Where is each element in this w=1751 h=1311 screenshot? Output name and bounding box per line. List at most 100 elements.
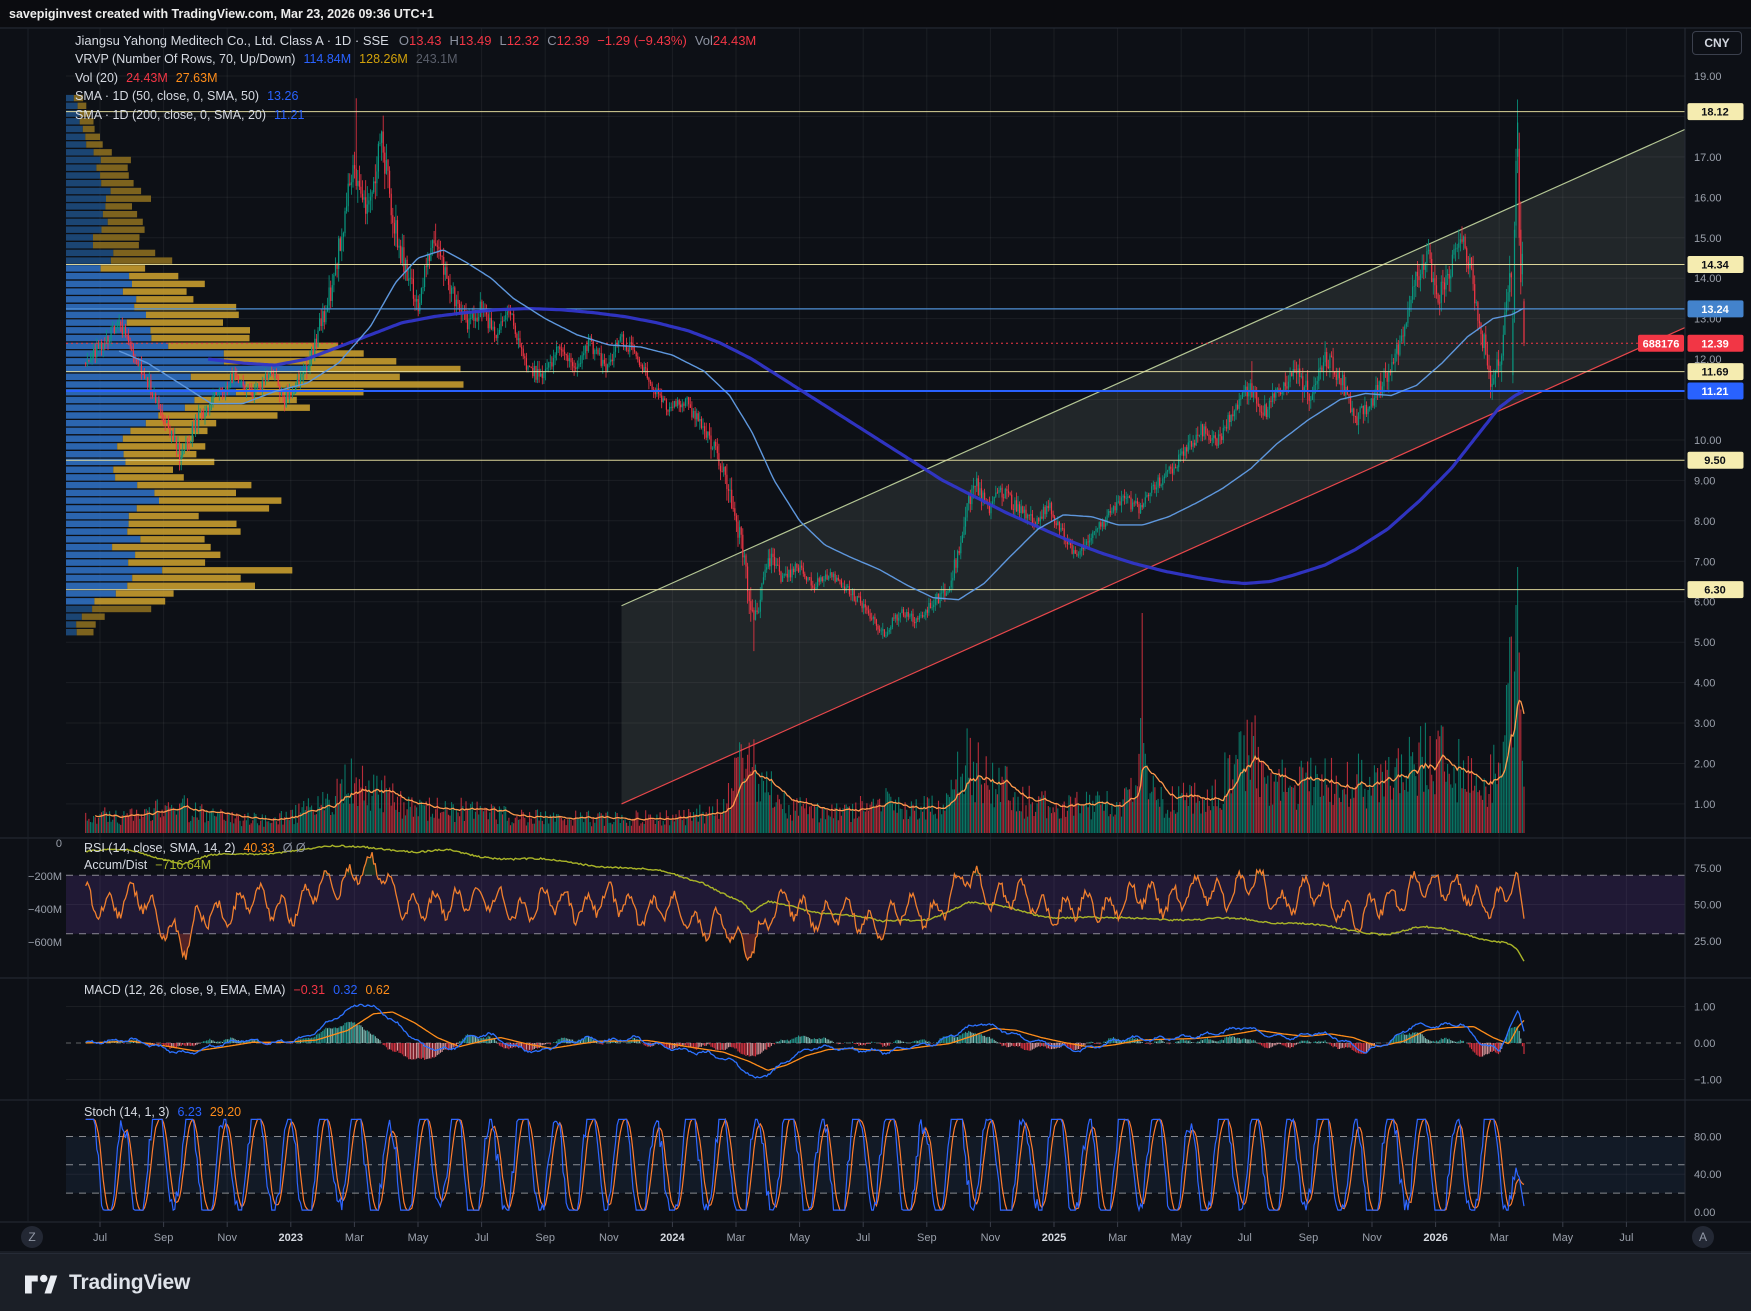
axis-label: 10.00 <box>1694 435 1722 447</box>
axis-label: 1.00 <box>1694 799 1715 811</box>
time-axis-label: Mar <box>727 1232 746 1244</box>
vol-ma-value: 27.63M <box>176 71 218 85</box>
axis-label: 5.00 <box>1694 637 1715 649</box>
time-axis-label: Sep <box>1299 1232 1319 1244</box>
time-axis-label: Sep <box>535 1232 555 1244</box>
time-axis-label: 2025 <box>1042 1232 1066 1244</box>
macd-title: MACD (12, 26, close, 9, EMA, EMA) <box>84 983 285 997</box>
stoch-legend-row[interactable]: Stoch (14, 1, 3) 6.23 29.20 <box>84 1103 241 1120</box>
axis-label: 4.00 <box>1694 678 1715 690</box>
symbol-title: Jiangsu Yahong Meditech Co., Ltd. Class … <box>75 33 389 48</box>
price-axis-badge-label: 6.30 <box>1704 585 1725 597</box>
stoch-k-value: 6.23 <box>177 1105 201 1119</box>
sma50-title: SMA · 1D (50, close, 0, SMA, 50) <box>75 89 259 103</box>
time-axis-label: Nov <box>599 1232 619 1244</box>
macd-legend-row[interactable]: MACD (12, 26, close, 9, EMA, EMA) −0.31 … <box>84 981 390 998</box>
time-axis-label: Jul <box>93 1232 107 1244</box>
price-chart[interactable]: 19.0017.0016.0015.0014.0013.0012.0010.00… <box>0 0 1751 1311</box>
sma50-legend-row[interactable]: SMA · 1D (50, close, 0, SMA, 50) 13.26 <box>75 87 756 106</box>
axis-label: 6.00 <box>1694 597 1715 609</box>
time-axis-label: Jul <box>1238 1232 1252 1244</box>
axis-label: −600M <box>28 937 62 949</box>
attribution-text: savepiginvest created with TradingView.c… <box>9 7 434 21</box>
macd-signal-value: 0.62 <box>365 983 389 997</box>
time-axis-label: Jul <box>856 1232 870 1244</box>
time-axis-label: Mar <box>345 1232 364 1244</box>
time-axis-label: 2023 <box>279 1232 303 1244</box>
low-value: 12.32 <box>507 33 540 48</box>
vol-legend-row[interactable]: Vol (20) 24.43M 27.63M <box>75 68 756 87</box>
time-axis-label: Mar <box>1108 1232 1127 1244</box>
symbol-legend-row[interactable]: Jiangsu Yahong Meditech Co., Ltd. Class … <box>75 31 756 50</box>
sma50-value: 13.26 <box>267 89 298 103</box>
tradingview-wordmark[interactable]: TradingView <box>69 1271 190 1295</box>
stoch-d-value: 29.20 <box>210 1105 241 1119</box>
close-value: 12.39 <box>557 33 590 48</box>
accum-legend-row[interactable]: Accum/Dist −716.64M <box>84 856 306 873</box>
price-axis-badge-label: 12.39 <box>1701 338 1729 350</box>
vrvp-up-value: 114.84M <box>303 52 351 66</box>
rsi-band <box>66 875 1685 933</box>
axis-label: 1.00 <box>1694 1002 1715 1014</box>
close-label: C <box>547 33 556 48</box>
sma200-title: SMA · 1D (200, close, 0, SMA, 20) <box>75 108 266 122</box>
axis-label: 8.00 <box>1694 516 1715 528</box>
price-axis-badge-label: 14.34 <box>1701 259 1729 271</box>
auto-scale-button[interactable]: A <box>1692 1226 1714 1248</box>
vrvp-down-value: 128.26M <box>359 52 408 66</box>
time-axis-label: May <box>408 1232 429 1244</box>
tradingview-screenshot: 19.0017.0016.0015.0014.0013.0012.0010.00… <box>0 0 1751 1311</box>
vrvp-title: VRVP (Number Of Rows, 70, Up/Down) <box>75 52 295 66</box>
time-axis-label: May <box>1171 1232 1192 1244</box>
macd-legend: MACD (12, 26, close, 9, EMA, EMA) −0.31 … <box>84 981 390 998</box>
topbar: savepiginvest created with TradingView.c… <box>0 0 1751 27</box>
macd-line-value: 0.32 <box>333 983 357 997</box>
time-axis-label: May <box>789 1232 810 1244</box>
timezone-button[interactable]: Z <box>21 1226 43 1248</box>
axis-label: 15.00 <box>1694 233 1722 245</box>
rsi-value: 40.33 <box>243 841 274 855</box>
currency-button[interactable]: CNY <box>1692 31 1742 55</box>
rsi-ma-values: Ø Ø <box>283 841 306 855</box>
vrvp-legend-row[interactable]: VRVP (Number Of Rows, 70, Up/Down) 114.8… <box>75 50 756 69</box>
time-axis-label: May <box>1552 1232 1573 1244</box>
axis-label: 16.00 <box>1694 192 1722 204</box>
high-value: 13.49 <box>459 33 492 48</box>
axis-label: −1.00 <box>1694 1075 1722 1087</box>
vol-title: Vol (20) <box>75 71 118 85</box>
rsi-legend: RSI (14, close, SMA, 14, 2) 40.33 Ø Ø Ac… <box>84 839 306 873</box>
axis-label: 2.00 <box>1694 758 1715 770</box>
sma200-legend-row[interactable]: SMA · 1D (200, close, 0, SMA, 20) 11.21 <box>75 106 756 125</box>
time-axis-label: Sep <box>917 1232 937 1244</box>
volume-value: 24.43M <box>713 33 756 48</box>
axis-label: −200M <box>28 871 62 883</box>
time-axis-label: Nov <box>981 1232 1001 1244</box>
time-axis-label: Nov <box>1362 1232 1382 1244</box>
price-axis-badge-label: 11.21 <box>1702 386 1729 398</box>
bottom-bar: TradingView <box>0 1253 1751 1311</box>
axis-label: 40.00 <box>1694 1169 1722 1181</box>
axis-label: 0 <box>56 838 62 850</box>
price-axis-badge-label: 9.50 <box>1704 455 1725 467</box>
time-axis-label: Mar <box>1490 1232 1509 1244</box>
axis-label: 19.00 <box>1694 71 1722 83</box>
accum-title: Accum/Dist <box>84 858 147 872</box>
axis-label: 0.00 <box>1694 1038 1715 1050</box>
axis-label: 80.00 <box>1694 1131 1722 1143</box>
change-value: −1.29 (−9.43%) <box>597 33 687 48</box>
time-axis-label: Sep <box>154 1232 174 1244</box>
time-axis-label: Jul <box>475 1232 489 1244</box>
axis-label: 7.00 <box>1694 556 1715 568</box>
price-axis-badge-label: 18.12 <box>1701 107 1729 119</box>
volume-label: Vol <box>695 33 713 48</box>
time-axis-label: 2024 <box>660 1232 685 1244</box>
axis-label: 17.00 <box>1694 152 1722 164</box>
tradingview-logo-icon[interactable] <box>22 1265 58 1301</box>
axis-label: 50.00 <box>1694 900 1722 912</box>
axis-label: 3.00 <box>1694 718 1715 730</box>
vol-value: 24.43M <box>126 71 168 85</box>
ticker-badge-label: 688176 <box>1643 338 1680 350</box>
rsi-legend-row[interactable]: RSI (14, close, SMA, 14, 2) 40.33 Ø Ø <box>84 839 306 856</box>
axis-label: 25.00 <box>1694 936 1722 948</box>
low-label: L <box>499 33 506 48</box>
